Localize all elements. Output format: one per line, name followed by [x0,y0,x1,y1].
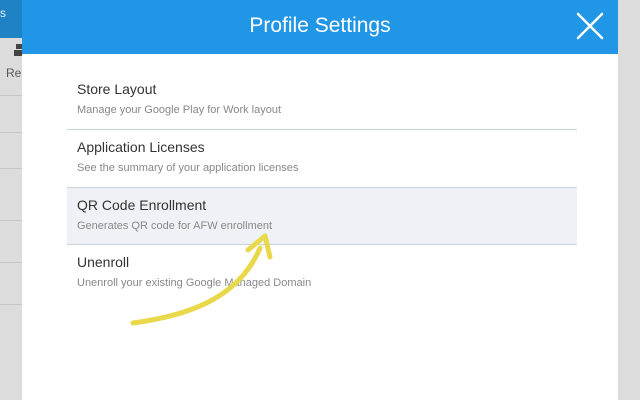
list-item-unenroll[interactable]: Unenroll Unenroll your existing Google M… [67,245,577,303]
profile-settings-dialog: Profile Settings Store Layout Manage you… [22,0,618,400]
divider [0,168,22,169]
dialog-title: Profile Settings [249,14,391,37]
close-icon [576,12,604,40]
settings-list: Store Layout Manage your Google Play for… [67,72,577,303]
item-description: See the summary of your application lice… [77,162,299,174]
item-description: Unenroll your existing Google Managed Do… [77,277,312,289]
item-title: QR Code Enrollment [77,197,207,213]
item-description: Generates QR code for AFW enrollment [77,220,273,232]
list-item-store-layout[interactable]: Store Layout Manage your Google Play for… [67,72,577,130]
divider [0,132,22,133]
divider [0,304,22,305]
divider [0,262,22,263]
background-header: s [0,0,22,38]
close-button[interactable] [574,10,606,42]
divider [0,95,22,96]
background-header-text: s [0,6,6,20]
divider [0,220,22,221]
toolbar-label[interactable]: Re [6,66,21,80]
item-title: Unenroll [77,254,130,270]
dialog-header: Profile Settings [22,0,618,54]
list-item-qr-code-enrollment[interactable]: QR Code Enrollment Generates QR code for… [67,187,577,245]
list-item-application-licenses[interactable]: Application Licenses See the summary of … [67,130,577,188]
item-description: Manage your Google Play for Work layout [77,104,282,116]
item-title: Application Licenses [77,139,205,155]
item-title: Store Layout [77,81,157,97]
